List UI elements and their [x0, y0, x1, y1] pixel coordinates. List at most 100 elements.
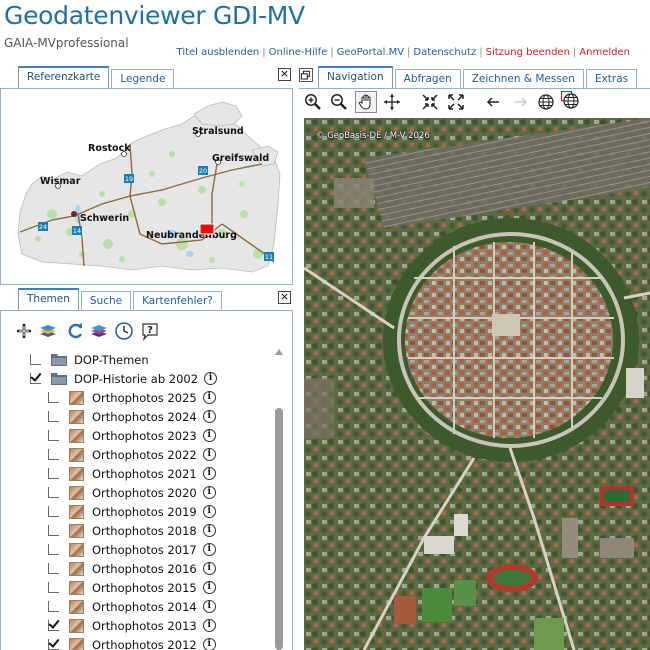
add-layer-icon[interactable] [14, 321, 34, 341]
orthophoto-icon [69, 599, 84, 614]
tree-layer-2024[interactable]: Orthophotos 2024 i [48, 407, 216, 426]
tab-extras[interactable]: Extras [585, 69, 638, 88]
info-icon[interactable]: i [202, 410, 216, 423]
current-view-marker[interactable] [199, 223, 215, 235]
tree-layer-2012[interactable]: Orthophotos 2012 i [48, 635, 216, 650]
tab-themen[interactable]: Themen [18, 288, 79, 310]
tab-navigation[interactable]: Navigation [318, 66, 393, 88]
tree-layer-2016[interactable]: Orthophotos 2016 i [48, 559, 216, 578]
clock-icon[interactable] [114, 321, 134, 341]
tree-checkbox[interactable] [48, 563, 59, 574]
tree-layer-2017[interactable]: Orthophotos 2017 i [48, 540, 216, 559]
move-arrows-icon[interactable] [383, 93, 401, 111]
city-label-stralsund: Stralsund [192, 126, 244, 137]
tree-checkbox[interactable] [48, 544, 59, 555]
tree-checkbox[interactable] [48, 506, 59, 517]
forward-arrow-icon[interactable] [511, 93, 529, 111]
zoom-full-icon[interactable] [421, 93, 439, 111]
info-icon[interactable]: i [202, 543, 216, 556]
tree-checkbox[interactable] [48, 525, 59, 536]
tree-checkbox[interactable] [48, 468, 59, 479]
tree-checkbox[interactable] [30, 354, 41, 365]
tree-label: Orthophotos 2016 [92, 561, 197, 576]
ref-panel-close-button[interactable]: × [278, 68, 291, 81]
info-icon[interactable]: i [204, 372, 218, 385]
restore-window-icon[interactable] [299, 68, 313, 82]
city-label-schwerin: Schwerin [80, 213, 129, 224]
online-help-link[interactable]: Online-Hilfe [269, 47, 328, 58]
info-icon[interactable]: i [202, 600, 216, 613]
zoom-in-icon[interactable] [304, 93, 322, 111]
tree-scrollbar[interactable] [273, 346, 284, 650]
info-icon[interactable]: i [202, 562, 216, 575]
tree-label: Orthophotos 2021 [92, 466, 197, 481]
tree-checkbox[interactable] [48, 620, 59, 631]
info-icon[interactable]: i [202, 581, 216, 594]
reference-map[interactable]: Rostock Stralsund Greifswald Wismar Schw… [12, 94, 284, 279]
tree-checkbox[interactable] [48, 639, 59, 650]
scroll-thumb[interactable] [275, 408, 283, 650]
tab-suche[interactable]: Suche [80, 291, 132, 310]
back-arrow-icon[interactable] [485, 93, 503, 111]
pan-hand-icon[interactable] [355, 91, 377, 113]
tab-legende[interactable]: Legende [111, 69, 175, 88]
info-icon[interactable]: i [202, 448, 216, 461]
info-icon[interactable]: i [202, 619, 216, 632]
info-icon[interactable]: i [202, 505, 216, 518]
folder-icon [51, 372, 67, 385]
map-view[interactable]: © GeoBasis-DE / M-V 2026 [304, 118, 650, 650]
tree-checkbox[interactable] [48, 449, 59, 460]
city-label-rostock: Rostock [88, 143, 131, 154]
hide-title-link[interactable]: Titel ausblenden [177, 47, 260, 58]
info-icon[interactable]: i [202, 524, 216, 537]
tree-layer-2014[interactable]: Orthophotos 2014 i [48, 597, 216, 616]
help-icon[interactable]: ? [140, 321, 160, 341]
tree-checkbox[interactable] [48, 601, 59, 612]
tab-kartenfehler[interactable]: Kartenfehler? [133, 291, 222, 310]
city-label-greifswald: Greifswald [212, 153, 269, 164]
tree-checkbox[interactable] [48, 430, 59, 441]
folder-icon [51, 353, 67, 366]
tree-checkbox[interactable] [30, 373, 41, 384]
globe-red-icon[interactable] [561, 91, 579, 109]
orthophoto-icon [69, 504, 84, 519]
tree-label: Orthophotos 2014 [92, 599, 197, 614]
zoom-out-icon[interactable] [330, 93, 348, 111]
tree-layer-2013[interactable]: Orthophotos 2013 i [48, 616, 216, 635]
tree-checkbox[interactable] [48, 411, 59, 422]
themes-panel-close-button[interactable]: × [278, 291, 291, 304]
tab-abfragen[interactable]: Abfragen [394, 69, 461, 88]
tree-folder-dop-themen[interactable]: DOP-Themen [30, 350, 149, 369]
tree-layer-2019[interactable]: Orthophotos 2019 i [48, 502, 216, 521]
info-icon[interactable]: i [202, 467, 216, 480]
info-icon[interactable]: i [202, 486, 216, 499]
login-link[interactable]: Anmelden [579, 47, 630, 58]
refresh-icon[interactable] [66, 321, 86, 341]
tree-checkbox[interactable] [48, 582, 59, 593]
globe-icon[interactable] [537, 93, 555, 111]
tree-layer-2018[interactable]: Orthophotos 2018 i [48, 521, 216, 540]
tree-layer-2020[interactable]: Orthophotos 2020 i [48, 483, 216, 502]
tree-label: Orthophotos 2013 [92, 618, 197, 633]
tree-layer-2021[interactable]: Orthophotos 2021 i [48, 464, 216, 483]
end-session-link[interactable]: Sitzung beenden [486, 47, 570, 58]
tree-layer-2015[interactable]: Orthophotos 2015 i [48, 578, 216, 597]
tab-referenzkarte[interactable]: Referenzkarte [18, 66, 110, 88]
info-icon[interactable]: i [202, 391, 216, 404]
tree-layer-2025[interactable]: Orthophotos 2025 i [48, 388, 216, 407]
tab-zeichnen-messen[interactable]: Zeichnen & Messen [462, 69, 584, 88]
geoportal-link[interactable]: GeoPortal.MV [337, 47, 404, 58]
layers-icon[interactable] [38, 321, 58, 341]
scroll-up-arrow-icon[interactable] [275, 349, 283, 355]
tree-checkbox[interactable] [48, 487, 59, 498]
tree-layer-2023[interactable]: Orthophotos 2023 i [48, 426, 216, 445]
info-icon[interactable]: i [202, 429, 216, 442]
zoom-extent-icon[interactable] [447, 93, 465, 111]
info-icon[interactable]: i [202, 638, 216, 650]
tree-checkbox[interactable] [48, 392, 59, 403]
tree-folder-dop-historie[interactable]: DOP-Historie ab 2002 i [30, 369, 218, 388]
layers-stack-icon[interactable] [89, 321, 109, 341]
tree-label: Orthophotos 2023 [92, 428, 197, 443]
privacy-link[interactable]: Datenschutz [413, 47, 476, 58]
tree-layer-2022[interactable]: Orthophotos 2022 i [48, 445, 216, 464]
